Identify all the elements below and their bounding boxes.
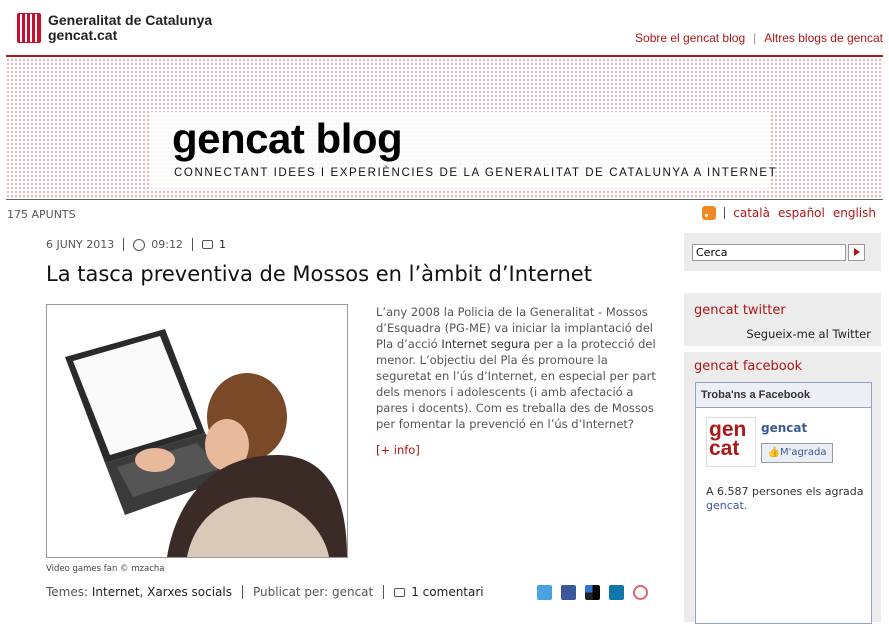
excerpt-highlight: Internet segura (441, 337, 531, 351)
author-name[interactable]: gencat (332, 585, 373, 599)
generalitat-logo[interactable]: Generalitat de Catalunya gencat.cat (17, 13, 212, 43)
site-title[interactable]: gencat blog (172, 115, 403, 163)
language-switcher: català español english (702, 206, 876, 220)
excerpt-end: per a la protecció del menor. L’objectiu… (376, 337, 656, 431)
banner-bottom-line (6, 199, 883, 200)
about-blog-link[interactable]: Sobre el gencat blog (635, 31, 745, 45)
facebook-box: gencat facebook Troba'ns a Facebook gen … (684, 352, 881, 624)
gencat-fb-avatar[interactable]: gen cat (706, 417, 756, 467)
image-caption: Video games fan © mzacha (46, 564, 165, 574)
post-date: 6 JUNY 2013 (46, 238, 115, 251)
twitter-follow-link[interactable]: Segueix-me al Twitter (746, 327, 871, 341)
topics-links[interactable]: Internet, Xarxes socials (92, 585, 232, 599)
post-count: 175 APUNTS (7, 208, 76, 221)
search-box (684, 233, 881, 271)
catalan-flag-icon (17, 13, 41, 43)
author-label: Publicat per: (252, 585, 329, 599)
lang-espanol[interactable]: español (778, 206, 825, 220)
share-icons (537, 585, 648, 600)
other-blogs-link[interactable]: Altres blogs de gencat (764, 31, 883, 45)
logo-line-1: Generalitat de Catalunya (48, 12, 213, 28)
facebook-page-link[interactable]: gencat. (706, 499, 747, 512)
logo-text: Generalitat de Catalunya gencat.cat (48, 13, 212, 43)
delicious-icon[interactable] (585, 585, 600, 600)
twitter-icon[interactable] (537, 585, 552, 600)
avatar-line-2: cat (709, 437, 740, 460)
post-excerpt: L’any 2008 la Policia de la Generalitat … (376, 304, 662, 432)
post-time: 09:12 (151, 238, 183, 251)
twitter-title: gencat twitter (694, 303, 786, 318)
post-title[interactable]: La tasca preventiva de Mossos en l’àmbit… (46, 262, 592, 286)
facebook-widget: Troba'ns a Facebook gen cat gencat 👍M'ag… (695, 382, 872, 624)
header-divider (6, 55, 883, 57)
clock-icon (133, 238, 146, 251)
comment-count-link[interactable]: 1 (219, 238, 226, 251)
facebook-like-button[interactable]: 👍M'agrada (761, 443, 833, 463)
rss-icon[interactable] (702, 206, 717, 220)
facebook-icon[interactable] (561, 585, 576, 600)
logo-line-2: gencat.cat (48, 27, 118, 43)
like-label: M'agrada (779, 447, 827, 458)
facebook-like-count: A 6.587 persones els agrada (706, 485, 864, 498)
comment-icon (201, 240, 213, 249)
search-button[interactable] (848, 244, 865, 261)
post-footer: Temes: Internet, Xarxes socials Publicat… (46, 585, 484, 599)
comment-icon (394, 587, 406, 597)
linkedin-icon[interactable] (609, 585, 624, 600)
comments-link[interactable]: 1 comentari (411, 585, 483, 599)
lang-catala[interactable]: català (733, 206, 770, 220)
facebook-widget-header[interactable]: Troba'ns a Facebook (696, 383, 871, 408)
topics-label: Temes: (46, 585, 89, 599)
post-image (46, 304, 348, 558)
top-links: Sobre el gencat blog | Altres blogs de gen… (635, 31, 883, 45)
search-input[interactable] (692, 244, 846, 261)
site-tagline: CONNECTANT IDEES I EXPERIÈNCIES DE LA GE… (174, 167, 778, 179)
facebook-page-name[interactable]: gencat (761, 421, 807, 435)
lang-english[interactable]: english (833, 206, 876, 220)
meneame-icon[interactable] (633, 585, 648, 600)
divider (724, 207, 726, 219)
facebook-title: gencat facebook (694, 359, 803, 374)
post-meta: 6 JUNY 2013 09:12 1 (46, 238, 226, 251)
twitter-box: gencat twitter Segueix-me al Twitter (684, 293, 881, 346)
read-more-link[interactable]: [+ info] (376, 443, 420, 457)
